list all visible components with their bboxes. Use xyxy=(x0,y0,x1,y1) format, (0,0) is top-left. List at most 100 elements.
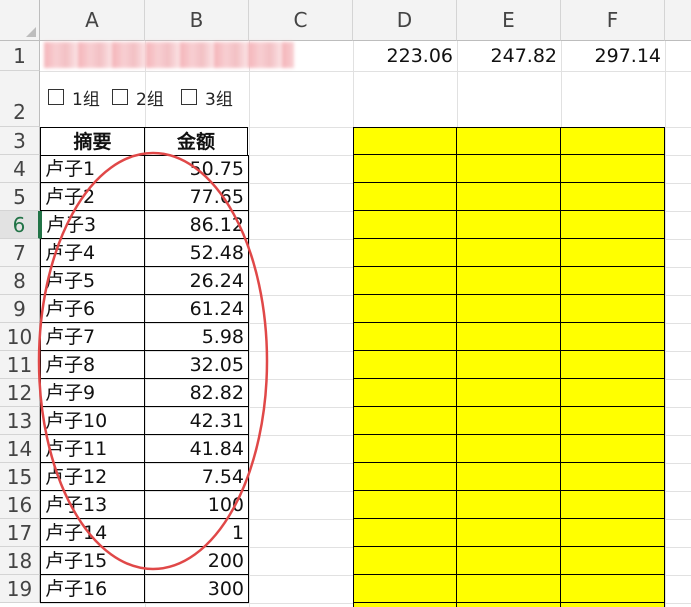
checkbox-group-2[interactable]: 2组 xyxy=(112,86,164,110)
column-header-g[interactable] xyxy=(665,0,691,41)
highlighted-cell[interactable] xyxy=(457,239,561,267)
table-cell-name[interactable]: 卢子15 xyxy=(40,547,145,575)
highlighted-cell[interactable] xyxy=(561,575,665,603)
highlighted-cell[interactable] xyxy=(353,519,457,547)
highlighted-cell[interactable] xyxy=(353,127,457,155)
highlighted-cell[interactable] xyxy=(457,127,561,155)
row-header-13[interactable]: 13 xyxy=(0,407,40,435)
table-cell-name[interactable]: 卢子1 xyxy=(40,155,145,183)
table-cell-name[interactable]: 卢子4 xyxy=(40,239,145,267)
table-cell-name[interactable]: 卢子13 xyxy=(40,491,145,519)
highlighted-cell[interactable] xyxy=(561,127,665,155)
select-all-corner[interactable] xyxy=(0,0,40,41)
highlighted-cell[interactable] xyxy=(561,379,665,407)
table-cell-name[interactable]: 卢子9 xyxy=(40,379,145,407)
table-cell-amount[interactable]: 42.31 xyxy=(145,407,249,435)
highlighted-cell[interactable] xyxy=(457,211,561,239)
highlighted-cell[interactable] xyxy=(457,519,561,547)
table-cell-amount[interactable]: 50.75 xyxy=(145,155,249,183)
highlighted-cell[interactable] xyxy=(457,435,561,463)
highlighted-cell[interactable] xyxy=(457,351,561,379)
highlighted-cell[interactable] xyxy=(561,463,665,491)
checkbox-1[interactable] xyxy=(48,89,64,105)
row-header-1[interactable]: 1 xyxy=(0,41,40,71)
table-cell-name[interactable]: 卢子11 xyxy=(40,435,145,463)
table-cell-name[interactable]: 卢子8 xyxy=(40,351,145,379)
highlighted-cell[interactable] xyxy=(561,183,665,211)
highlighted-cell[interactable] xyxy=(561,267,665,295)
column-header-b[interactable]: B xyxy=(145,0,249,41)
highlighted-cell[interactable] xyxy=(457,155,561,183)
highlighted-cell[interactable] xyxy=(353,155,457,183)
table-cell-amount[interactable]: 7.54 xyxy=(145,463,249,491)
row-header-3[interactable]: 3 xyxy=(0,127,40,155)
table-cell-name[interactable]: 卢子16 xyxy=(40,575,145,603)
column-header-a[interactable]: A xyxy=(40,0,145,41)
table-cell-amount[interactable]: 26.24 xyxy=(145,267,249,295)
table-cell-amount[interactable]: 5.98 xyxy=(145,323,249,351)
highlighted-cell[interactable] xyxy=(457,407,561,435)
row-header-19[interactable]: 19 xyxy=(0,575,40,603)
table-cell-amount[interactable]: 32.05 xyxy=(145,351,249,379)
highlighted-cell[interactable] xyxy=(561,407,665,435)
table-cell-amount[interactable]: 100 xyxy=(145,491,249,519)
highlighted-cell[interactable] xyxy=(353,295,457,323)
highlighted-cell[interactable] xyxy=(457,463,561,491)
checkbox-2[interactable] xyxy=(112,89,128,105)
row-header-16[interactable]: 16 xyxy=(0,491,40,519)
checkbox-3[interactable] xyxy=(181,89,197,105)
table-header-amount[interactable]: 金额 xyxy=(145,127,248,156)
highlighted-cell[interactable] xyxy=(561,435,665,463)
row-header-17[interactable]: 17 xyxy=(0,519,40,547)
highlighted-cell[interactable] xyxy=(457,267,561,295)
row-header-12[interactable]: 12 xyxy=(0,379,40,407)
column-header-f[interactable]: F xyxy=(561,0,665,41)
highlighted-cell[interactable] xyxy=(353,463,457,491)
column-header-e[interactable]: E xyxy=(457,0,561,41)
highlighted-cell[interactable] xyxy=(457,379,561,407)
highlighted-cell[interactable] xyxy=(353,603,457,607)
table-cell-name[interactable]: 卢子10 xyxy=(40,407,145,435)
row-header-5[interactable]: 5 xyxy=(0,183,40,211)
highlighted-cell[interactable] xyxy=(561,351,665,379)
highlighted-cell[interactable] xyxy=(561,211,665,239)
highlighted-cell[interactable] xyxy=(353,351,457,379)
table-cell-amount[interactable]: 300 xyxy=(145,575,249,603)
highlighted-cell[interactable] xyxy=(457,183,561,211)
row-header-15[interactable]: 15 xyxy=(0,463,40,491)
table-cell-name[interactable]: 卢子2 xyxy=(40,183,145,211)
table-cell-name[interactable]: 卢子6 xyxy=(40,295,145,323)
table-cell-name[interactable]: 卢子14 xyxy=(40,519,145,547)
table-cell-name[interactable]: 卢子12 xyxy=(40,463,145,491)
table-cell-amount[interactable]: 61.24 xyxy=(145,295,249,323)
highlighted-cell[interactable] xyxy=(561,239,665,267)
column-header-d[interactable]: D xyxy=(353,0,457,41)
highlighted-cell[interactable] xyxy=(353,379,457,407)
cell-e1[interactable]: 247.82 xyxy=(457,42,561,70)
highlighted-cell[interactable] xyxy=(457,491,561,519)
row-header-6[interactable]: 6 xyxy=(0,211,40,239)
table-cell-amount[interactable]: 86.12 xyxy=(145,211,249,239)
cell-d1[interactable]: 223.06 xyxy=(353,42,457,70)
table-cell-name[interactable]: 卢子7 xyxy=(40,323,145,351)
row-header-18[interactable]: 18 xyxy=(0,547,40,575)
checkbox-group-3[interactable]: 3组 xyxy=(181,86,233,110)
highlighted-cell[interactable] xyxy=(561,547,665,575)
highlighted-cell[interactable] xyxy=(353,407,457,435)
row-header-11[interactable]: 11 xyxy=(0,351,40,379)
highlighted-cell[interactable] xyxy=(561,519,665,547)
highlighted-cell[interactable] xyxy=(353,211,457,239)
highlighted-cell[interactable] xyxy=(457,547,561,575)
table-cell-name[interactable]: 卢子5 xyxy=(40,267,145,295)
highlighted-cell[interactable] xyxy=(457,575,561,603)
highlighted-cell[interactable] xyxy=(561,155,665,183)
table-cell-amount[interactable]: 77.65 xyxy=(145,183,249,211)
row-header-4[interactable]: 4 xyxy=(0,155,40,183)
highlighted-cell[interactable] xyxy=(353,239,457,267)
checkbox-group-1[interactable]: 1组 xyxy=(48,86,100,110)
highlighted-cell[interactable] xyxy=(353,575,457,603)
highlighted-cell[interactable] xyxy=(561,603,665,607)
highlighted-cell[interactable] xyxy=(561,323,665,351)
highlighted-cell[interactable] xyxy=(353,183,457,211)
highlighted-cell[interactable] xyxy=(353,547,457,575)
